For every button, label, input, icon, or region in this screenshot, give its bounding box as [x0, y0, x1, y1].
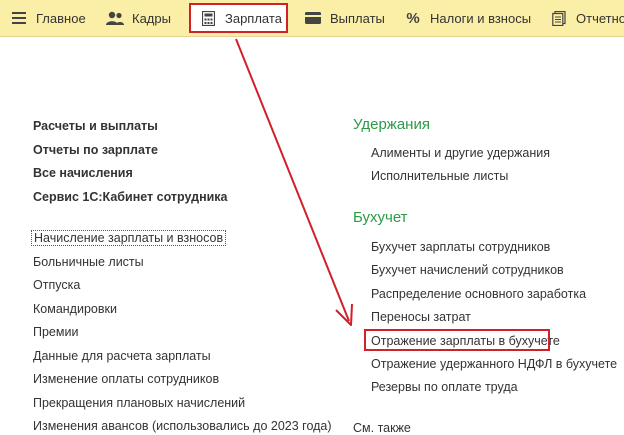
link-writs[interactable]: Исполнительные листы	[371, 169, 508, 183]
link-bonuses[interactable]: Премии	[33, 325, 78, 339]
tab-taxes[interactable]: % Налоги и взносы	[404, 0, 531, 36]
see-also-heading: См. также	[353, 421, 411, 435]
link-cost-transfers[interactable]: Переносы затрат	[371, 310, 471, 324]
section-title-deductions: Удержания	[353, 116, 430, 133]
link-all-accruals[interactable]: Все начисления	[33, 166, 133, 180]
tab-salary[interactable]: Зарплата	[189, 3, 288, 33]
link-salary-accrual[interactable]: Начисление зарплаты и взносов	[31, 230, 227, 246]
tab-payments[interactable]: Выплаты	[304, 0, 385, 36]
people-icon	[106, 9, 124, 27]
link-ndfl-posting[interactable]: Отражение удержанного НДФЛ в бухучете	[371, 357, 617, 371]
link-main-earnings-distribution[interactable]: Распределение основного заработка	[371, 287, 586, 301]
tab-label: Кадры	[132, 10, 171, 26]
link-business-trips[interactable]: Командировки	[33, 302, 117, 316]
hamburger-icon	[10, 9, 28, 27]
highlight-box	[364, 329, 550, 351]
tab-main[interactable]: Главное	[10, 0, 86, 36]
link-alimony[interactable]: Алименты и другие удержания	[371, 146, 550, 160]
tab-label: Налоги и взносы	[430, 10, 532, 26]
card-icon	[304, 9, 322, 27]
tab-label: Зарплата	[225, 10, 282, 26]
section-title-accounting: Бухучет	[353, 209, 408, 226]
link-pay-changes[interactable]: Изменение оплаты сотрудников	[33, 372, 219, 386]
tab-label: Выплаты	[330, 10, 385, 26]
link-salary-data[interactable]: Данные для расчета зарплаты	[33, 349, 211, 363]
section-toolbar: Главное Кадры Зарплата Выплаты % Налоги …	[0, 0, 624, 37]
link-calculations-payments[interactable]: Расчеты и выплаты	[33, 119, 158, 133]
tab-hr[interactable]: Кадры	[106, 0, 171, 36]
link-stop-planned-accruals[interactable]: Прекращения плановых начислений	[33, 396, 245, 410]
link-salary-reports[interactable]: Отчеты по зарплате	[33, 143, 158, 157]
link-labor-reserves[interactable]: Резервы по оплате труда	[371, 380, 518, 394]
link-accruals-accounting[interactable]: Бухучет начислений сотрудников	[371, 263, 564, 277]
link-employee-cabinet-service[interactable]: Сервис 1С:Кабинет сотрудника	[33, 190, 228, 204]
link-salary-accounting[interactable]: Бухучет зарплаты сотрудников	[371, 240, 550, 254]
link-advance-changes[interactable]: Изменения авансов (использовались до 202…	[33, 419, 332, 433]
link-sick-leaves[interactable]: Больничные листы	[33, 255, 144, 269]
tab-reports[interactable]: Отчетно	[550, 0, 624, 36]
tab-label: Отчетно	[576, 10, 624, 26]
tab-label: Главное	[36, 10, 86, 26]
calculator-icon	[199, 9, 217, 27]
link-vacations[interactable]: Отпуска	[33, 278, 80, 292]
documents-icon	[550, 9, 568, 27]
percent-icon: %	[406, 9, 420, 27]
